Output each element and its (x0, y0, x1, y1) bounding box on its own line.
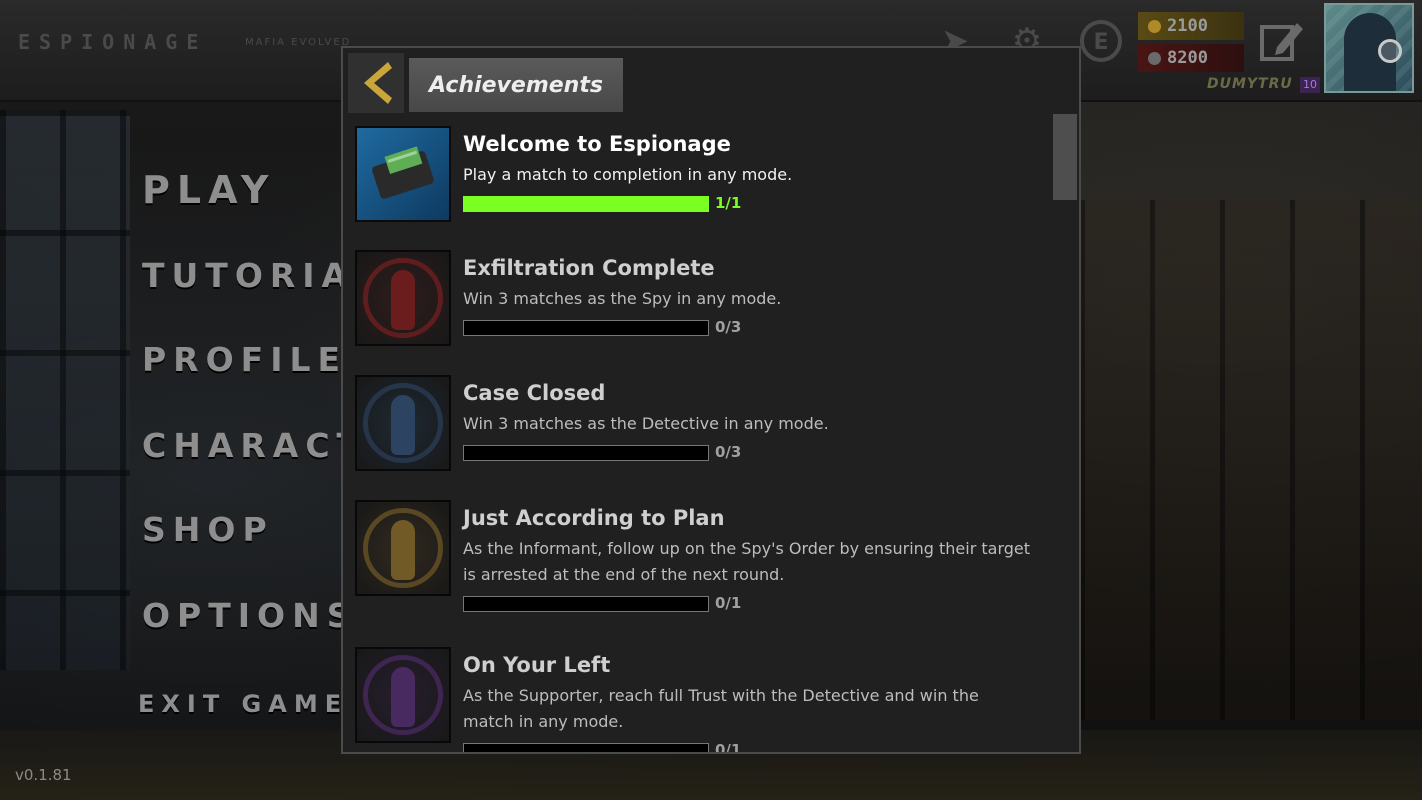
achievement-progress-bar (463, 596, 709, 612)
level-badge: 10 (1300, 77, 1320, 93)
silver-currency: 8200 (1138, 44, 1244, 72)
menu-item-exit-game[interactable]: EXIT GAME (138, 690, 348, 718)
background-shelves (1080, 200, 1422, 720)
progress-fill (464, 197, 708, 211)
achievement-item: On Your Left As the Supporter, reach ful… (353, 647, 1043, 754)
achievement-name: On Your Left (463, 653, 611, 677)
back-button[interactable] (348, 53, 404, 113)
menu-item-profile[interactable]: PROFILE (142, 340, 347, 379)
gold-currency: 2100 (1138, 12, 1244, 40)
achievements-panel: Achievements Welcome to Espionage Play a… (341, 46, 1081, 754)
game-logo: ESPIONAGE (18, 30, 208, 54)
detective-blue-icon (355, 375, 451, 471)
menu-item-shop[interactable]: SHOP (142, 510, 274, 549)
svg-text:E: E (1093, 30, 1108, 55)
chevron-left-icon (364, 62, 392, 104)
achievement-description: Win 3 matches as the Spy in any mode. (463, 289, 782, 308)
achievement-progress-text: 0/1 (715, 741, 742, 754)
achievement-progress-bar (463, 196, 709, 212)
achievement-name: Case Closed (463, 381, 606, 405)
supporter-purple-icon (355, 647, 451, 743)
menu-item-play[interactable]: PLAY (142, 168, 275, 212)
achievement-description: Play a match to completion in any mode. (463, 165, 793, 184)
briefcase-icon (355, 126, 451, 222)
achievement-name: Just According to Plan (463, 506, 725, 530)
scrollbar-thumb[interactable] (1053, 114, 1077, 200)
achievement-progress-bar (463, 445, 709, 461)
achievement-description: Win 3 matches as the Detective in any mo… (463, 414, 829, 433)
magnifier-icon (1378, 39, 1402, 63)
edit-profile-button[interactable] (1252, 12, 1310, 70)
version-label: v0.1.81 (15, 766, 72, 784)
game-tagline: MAFIA EVOLVED (245, 37, 352, 48)
achievement-progress-text: 0/3 (715, 318, 742, 336)
avatar[interactable] (1324, 3, 1414, 93)
achievement-item: Just According to Plan As the Informant,… (353, 500, 1043, 626)
achievement-progress-bar (463, 320, 709, 336)
achievement-description: As the Informant, follow up on the Spy's… (463, 539, 1031, 584)
achievement-item: Welcome to Espionage Play a match to com… (353, 126, 1043, 226)
achievement-item: Exfiltration Complete Win 3 matches as t… (353, 250, 1043, 350)
informant-gold-icon (355, 500, 451, 596)
achievement-progress-text: 1/1 (715, 194, 742, 212)
panel-title: Achievements (409, 58, 623, 112)
menu-item-tutorial[interactable]: TUTORIA (142, 256, 354, 295)
edit-icon (1260, 23, 1303, 61)
achievement-name: Exfiltration Complete (463, 256, 715, 280)
achievement-description: As the Supporter, reach full Trust with … (463, 686, 979, 731)
silver-amount: 8200 (1167, 48, 1208, 68)
gold-coin-icon (1148, 19, 1161, 33)
username: DUMYTRU (1207, 76, 1293, 92)
achievement-name: Welcome to Espionage (463, 132, 731, 156)
menu-item-options[interactable]: OPTIONS (142, 596, 357, 635)
achievement-progress-bar (463, 743, 709, 752)
achievement-item: Case Closed Win 3 matches as the Detecti… (353, 375, 1043, 475)
achievement-progress-text: 0/1 (715, 594, 742, 612)
achievement-progress-text: 0/3 (715, 443, 742, 461)
silver-coin-icon (1148, 51, 1161, 65)
spy-red-icon (355, 250, 451, 346)
gold-amount: 2100 (1167, 16, 1208, 36)
background-window (0, 110, 130, 670)
menu-item-characters[interactable]: CHARACT (142, 426, 366, 465)
scrollbar[interactable] (1051, 114, 1079, 752)
e-currency-icon[interactable]: E (1078, 18, 1124, 64)
